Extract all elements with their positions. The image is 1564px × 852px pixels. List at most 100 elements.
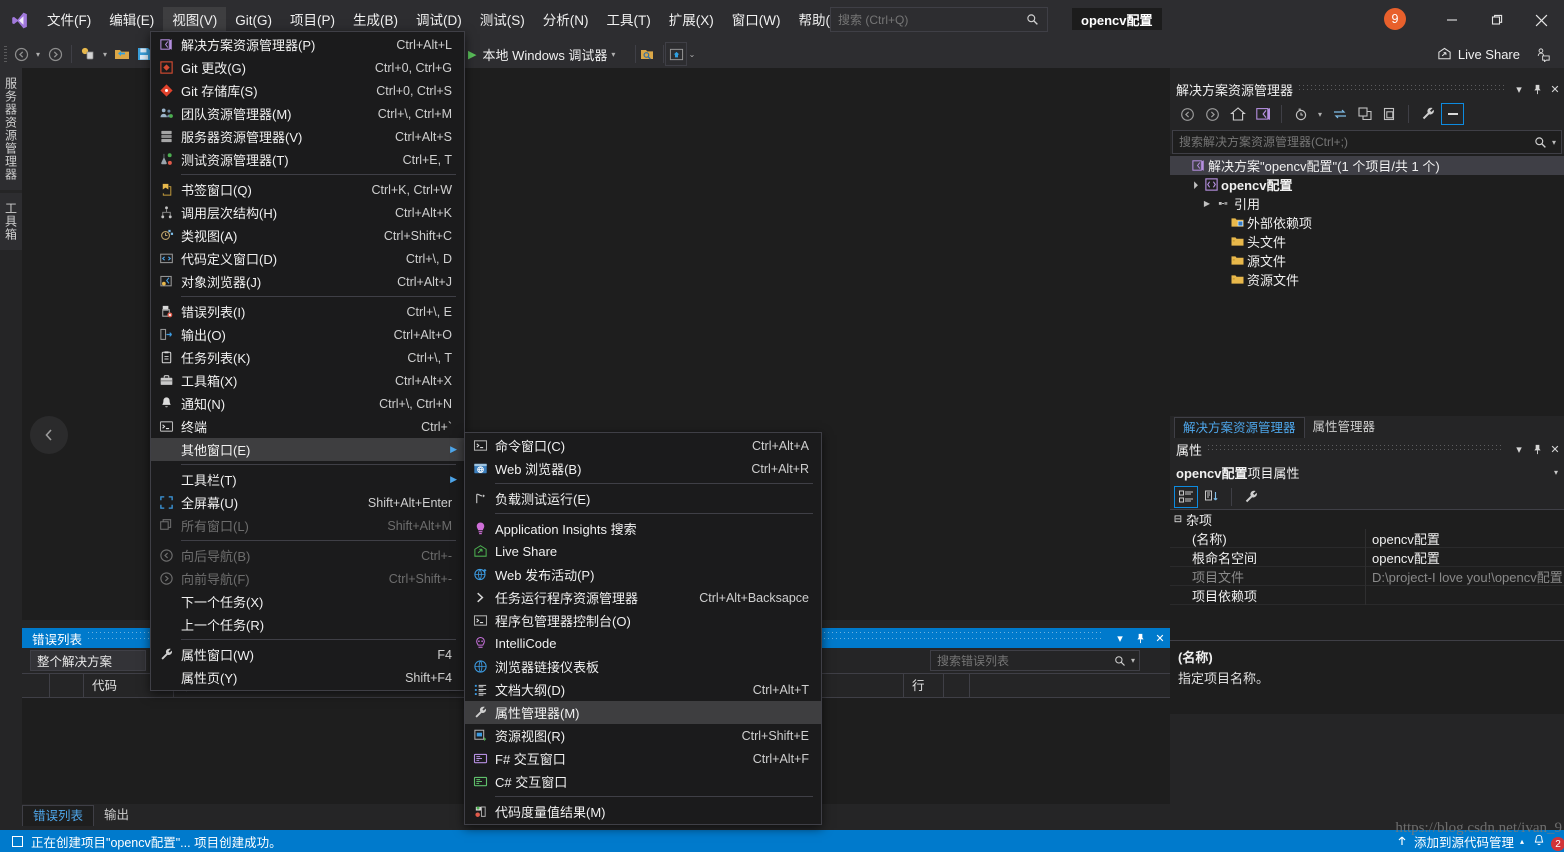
chevron-up-icon[interactable]: ▴ <box>1520 837 1524 846</box>
tree-node-0[interactable]: 解决方案"opencv配置"(1 个项目/共 1 个) <box>1170 156 1564 175</box>
menu-item-4[interactable]: 服务器资源管理器(V) Ctrl+Alt+S <box>151 125 464 148</box>
view-menu-dropdown[interactable]: 解决方案资源管理器(P) Ctrl+Alt+L Git 更改(G) Ctrl+0, C… <box>150 31 465 691</box>
menu-top-5[interactable]: 生成(B) <box>344 7 407 34</box>
menu-item-5[interactable]: 测试资源管理器(T) Ctrl+E, T <box>151 148 464 171</box>
menu-item-22[interactable]: 全屏幕(U) Shift+Alt+Enter <box>151 491 464 514</box>
pane-menu-icon[interactable]: ▾ <box>1510 439 1528 459</box>
menu-item-10[interactable]: 代码定义窗口(D) Ctrl+\, D <box>151 247 464 270</box>
property-value[interactable]: D:\project-I love you!\opencv配置 <box>1366 567 1564 586</box>
attach-process-icon[interactable] <box>636 42 658 66</box>
menu-item-19[interactable]: 其他窗口(E) ▶ <box>151 438 464 461</box>
minimize-button[interactable] <box>1429 0 1474 40</box>
vertical-tab-1[interactable]: 工具箱 <box>0 193 22 250</box>
navigate-back-dropdown-icon[interactable]: ▾ <box>32 50 44 59</box>
live-share-button[interactable]: Live Share <box>1430 42 1527 66</box>
menu-item-9[interactable]: 类视图(A) Ctrl+Shift+C <box>151 224 464 247</box>
property-pages-wrench-icon[interactable] <box>1239 486 1263 508</box>
sync-with-active-doc-icon[interactable] <box>1328 103 1351 125</box>
tree-node-1[interactable]: ◢ opencv配置 <box>1170 175 1564 194</box>
menu-item-3[interactable]: 负载测试运行(E) <box>465 487 821 510</box>
menu-top-4[interactable]: 项目(P) <box>281 7 344 34</box>
solution-tree[interactable]: 解决方案"opencv配置"(1 个项目/共 1 个) ◢ opencv配置 ▶ 引用外… <box>1170 154 1564 416</box>
column-header-0[interactable] <box>22 673 50 698</box>
tree-node-3[interactable]: 外部依赖项 <box>1170 213 1564 232</box>
solution-search-box[interactable]: ▾ <box>1172 130 1562 154</box>
menu-item-6[interactable]: Live Share <box>465 540 821 563</box>
property-row-2[interactable]: 项目文件 D:\project-I love you!\opencv配置 <box>1170 566 1564 586</box>
collapse-panel-button[interactable] <box>30 416 68 454</box>
debug-target-dropdown-icon[interactable]: ▾ <box>607 50 619 59</box>
menu-item-14[interactable]: 输出(O) Ctrl+Alt+O <box>151 323 464 346</box>
menu-top-3[interactable]: Git(G) <box>226 7 281 34</box>
property-row-0[interactable]: (名称) opencv配置 <box>1170 528 1564 548</box>
menu-top-9[interactable]: 工具(T) <box>598 7 660 34</box>
tree-node-4[interactable]: 头文件 <box>1170 232 1564 251</box>
property-value[interactable]: opencv配置 <box>1366 548 1564 567</box>
bottom-tab-1[interactable]: 输出 <box>94 805 139 826</box>
expander-icon[interactable]: ▶ <box>1200 199 1214 208</box>
menu-item-16[interactable]: C# 交互窗口 <box>465 770 821 793</box>
menu-item-17[interactable]: 通知(N) Ctrl+\, Ctrl+N <box>151 392 464 415</box>
menu-item-2[interactable]: Git 存储库(S) Ctrl+0, Ctrl+S <box>151 79 464 102</box>
menu-item-21[interactable]: 工具栏(T) ▶ <box>151 468 464 491</box>
menu-item-14[interactable]: 资源视图(R) Ctrl+Shift+E <box>465 724 821 747</box>
close-icon[interactable]: ✕ <box>1546 79 1564 99</box>
navigate-forward-button[interactable] <box>44 42 66 66</box>
pending-changes-dropdown-icon[interactable]: ▾ <box>1314 110 1326 119</box>
menu-item-15[interactable]: 任务列表(K) Ctrl+\, T <box>151 346 464 369</box>
property-row-3[interactable]: 项目依赖项 <box>1170 585 1564 605</box>
pane-menu-icon[interactable]: ▾ <box>1510 79 1528 99</box>
properties-grid[interactable]: ⊟ 杂项 (名称) opencv配置 根命名空间 opencv配置 项目文件 D:\pro… <box>1170 510 1564 640</box>
menu-item-16[interactable]: 工具箱(X) Ctrl+Alt+X <box>151 369 464 392</box>
menu-top-1[interactable]: 编辑(E) <box>100 7 163 34</box>
menu-top-6[interactable]: 调试(D) <box>407 7 471 34</box>
menu-item-1[interactable]: Git 更改(G) Ctrl+0, Ctrl+G <box>151 56 464 79</box>
forward-icon[interactable] <box>1201 103 1224 125</box>
navigate-back-button[interactable] <box>10 42 32 66</box>
menu-top-0[interactable]: 文件(F) <box>38 7 100 34</box>
menu-item-11[interactable]: 对象浏览器(J) Ctrl+Alt+J <box>151 270 464 293</box>
column-header-6[interactable]: 行 <box>904 673 944 698</box>
error-search-input[interactable] <box>931 653 1114 668</box>
column-header-1[interactable] <box>50 673 84 698</box>
menu-top-10[interactable]: 扩展(X) <box>660 7 723 34</box>
menu-item-13[interactable]: 属性管理器(M) <box>465 701 821 724</box>
tree-node-5[interactable]: 源文件 <box>1170 251 1564 270</box>
group-expander-icon[interactable]: ⊟ <box>1170 514 1186 525</box>
menu-item-13[interactable]: 错误列表(I) Ctrl+\, E <box>151 300 464 323</box>
vertical-tab-0[interactable]: 服务器资源管理器 <box>0 68 22 190</box>
menu-item-3[interactable]: 团队资源管理器(M) Ctrl+\, Ctrl+M <box>151 102 464 125</box>
new-project-dropdown-icon[interactable]: ▾ <box>99 50 111 59</box>
close-icon[interactable]: ✕ <box>1546 439 1564 459</box>
search-options-icon[interactable]: ▾ <box>1552 138 1561 147</box>
open-file-icon[interactable] <box>111 42 133 66</box>
menu-top-7[interactable]: 测试(S) <box>471 7 534 34</box>
menu-item-30[interactable]: 属性窗口(W) F4 <box>151 643 464 666</box>
toolbar-overflow-icon[interactable]: ⌄ <box>686 50 698 59</box>
restore-button[interactable] <box>1474 0 1519 40</box>
solution-pane-tab-0[interactable]: 解决方案资源管理器 <box>1174 417 1305 438</box>
preview-selected-items-icon[interactable] <box>1441 103 1464 125</box>
chevron-down-icon[interactable]: ▾ <box>1554 468 1564 477</box>
pin-icon[interactable] <box>1528 79 1546 99</box>
collapse-all-icon[interactable] <box>1378 103 1401 125</box>
tree-node-2[interactable]: ▶ 引用 <box>1170 194 1564 213</box>
property-row-1[interactable]: 根命名空间 opencv配置 <box>1170 547 1564 567</box>
menu-item-7[interactable]: Web 发布活动(P) <box>465 563 821 586</box>
tree-node-6[interactable]: 资源文件 <box>1170 270 1564 289</box>
new-project-icon[interactable] <box>77 42 99 66</box>
menu-item-0[interactable]: 解决方案资源管理器(P) Ctrl+Alt+L <box>151 33 464 56</box>
pin-icon[interactable] <box>1130 628 1150 648</box>
properties-wrench-icon[interactable] <box>1416 103 1439 125</box>
quick-search-box[interactable] <box>830 7 1048 32</box>
solution-view-icon[interactable] <box>1251 103 1274 125</box>
menu-item-27[interactable]: 下一个任务(X) <box>151 590 464 613</box>
menu-item-12[interactable]: 文档大纲(D) Ctrl+Alt+T <box>465 678 821 701</box>
solution-search-input[interactable] <box>1173 135 1534 149</box>
preview-icon[interactable] <box>665 42 687 66</box>
menu-item-31[interactable]: 属性页(Y) Shift+F4 <box>151 666 464 689</box>
refresh-icon[interactable] <box>1353 103 1376 125</box>
solution-pane-tab-1[interactable]: 属性管理器 <box>1305 417 1384 438</box>
alphabetical-view-icon[interactable] <box>1200 486 1224 508</box>
start-debug-button[interactable]: ▶ 本地 Windows 调试器 ▾ <box>464 42 623 66</box>
